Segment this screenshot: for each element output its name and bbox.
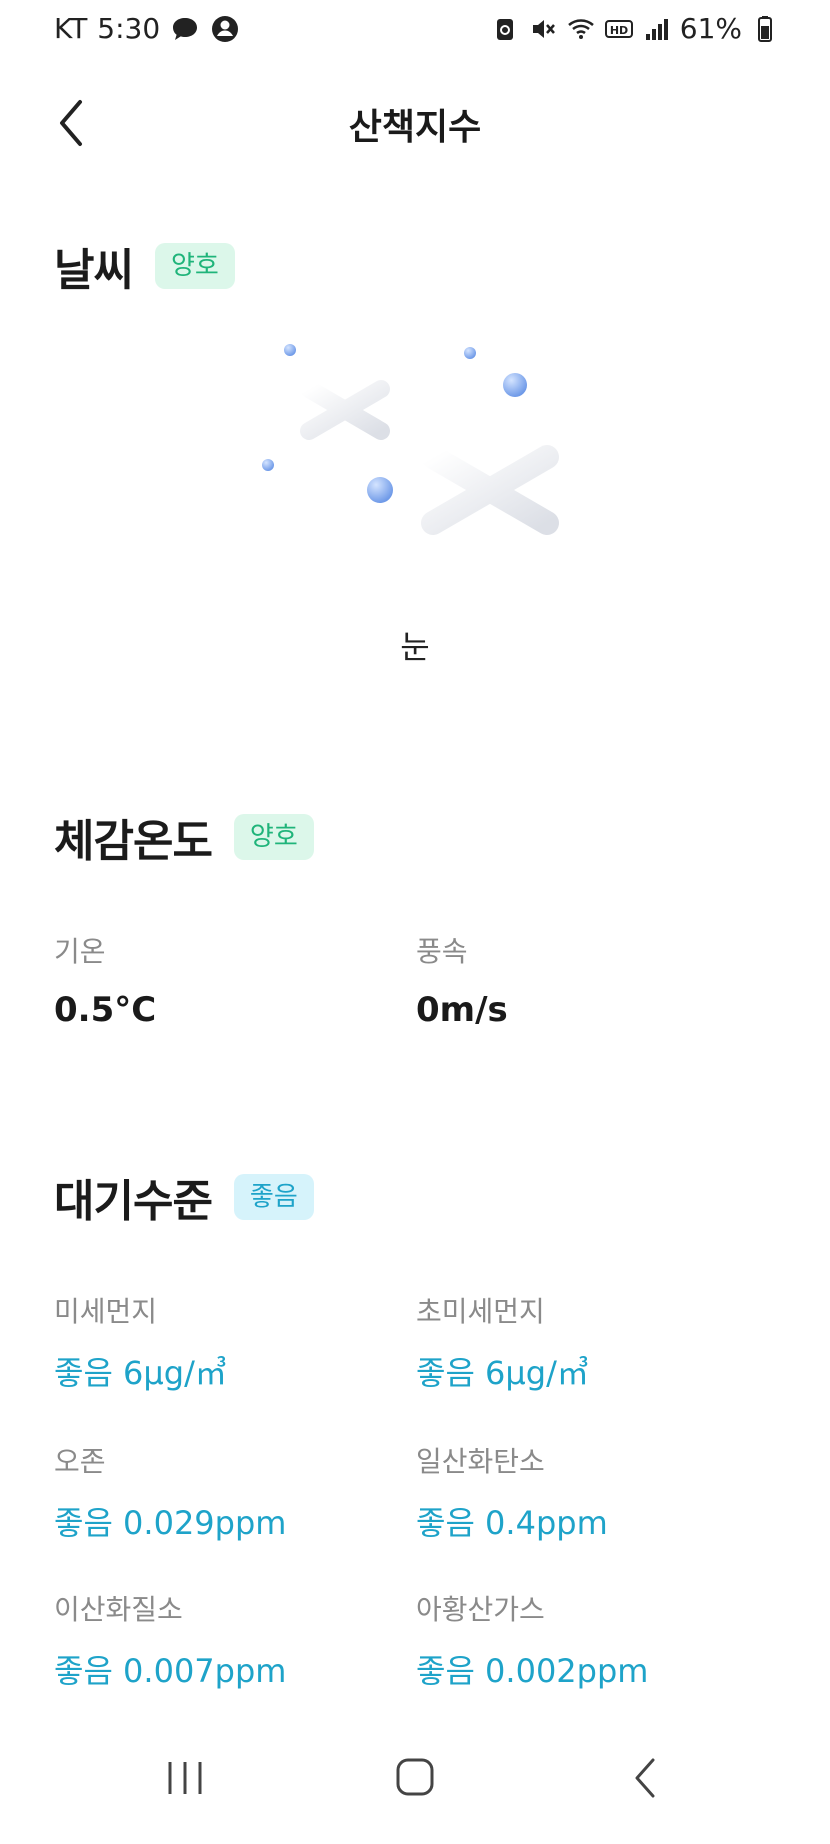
page-title: 산책지수 — [348, 107, 482, 148]
home-icon — [396, 1758, 434, 1796]
air-quality-section-header: 대기수준 좋음 — [54, 1165, 314, 1229]
feels-like-title: 체감온도 — [54, 816, 213, 867]
pm10-value: 좋음 6μg/㎥ — [54, 1354, 227, 1392]
air-quality-status-badge: 좋음 — [233, 1174, 314, 1220]
feels-like-section-header: 체감온도 양호 — [54, 805, 314, 869]
carbon-monoxide-label: 일산화탄소 — [416, 1445, 545, 1478]
ozone-label: 오존 — [54, 1445, 106, 1478]
carbon-monoxide-value: 좋음 0.4ppm — [416, 1504, 608, 1542]
recent-apps-button[interactable] — [150, 1748, 220, 1808]
ozone-value: 좋음 0.029ppm — [54, 1504, 287, 1542]
status-bar: KT 5:30 HD 61% — [0, 0, 830, 60]
system-nav-bar — [0, 1714, 830, 1844]
wifi-icon — [566, 14, 596, 44]
snowflake-icon — [250, 330, 580, 590]
air-quality-title: 대기수준 — [54, 1176, 213, 1227]
status-right: HD 61% — [490, 12, 780, 45]
home-button[interactable] — [380, 1748, 450, 1808]
nitrogen-dioxide-value: 좋음 0.007ppm — [54, 1652, 287, 1690]
weather-title: 날씨 — [54, 245, 134, 296]
pm25-value: 좋음 6μg/㎥ — [416, 1354, 589, 1392]
pm25-label: 초미세먼지 — [416, 1295, 545, 1328]
wind-speed-label: 풍속 — [416, 935, 468, 968]
weather-status-badge: 양호 — [154, 243, 235, 289]
svg-text:HD: HD — [610, 24, 628, 37]
feels-like-status-badge: 양호 — [233, 814, 314, 860]
signal-icon — [642, 14, 672, 44]
nitrogen-dioxide-label: 이산화질소 — [54, 1593, 183, 1626]
mute-icon — [528, 14, 558, 44]
clock: 5:30 — [97, 12, 161, 45]
temperature-label: 기온 — [54, 935, 106, 968]
nav-back-button[interactable] — [610, 1748, 680, 1808]
app-header: 산책지수 — [0, 80, 830, 166]
carrier-label: KT — [54, 12, 88, 45]
battery-icon — [750, 14, 780, 44]
chat-bubble-icon — [170, 14, 200, 44]
weather-condition: 눈 — [400, 628, 430, 666]
wind-speed-value: 0m/s — [416, 990, 508, 1030]
chevron-left-icon — [635, 1758, 655, 1798]
account-icon — [210, 14, 240, 44]
sync-icon — [490, 14, 520, 44]
sulfur-dioxide-label: 아황산가스 — [416, 1593, 545, 1626]
temperature-value: 0.5°C — [54, 990, 157, 1030]
weather-section-header: 날씨 양호 — [54, 234, 235, 298]
pm10-label: 미세먼지 — [54, 1295, 158, 1328]
hd-voice-icon: HD — [604, 14, 634, 44]
status-left: KT 5:30 — [54, 12, 240, 45]
recent-apps-icon — [168, 1762, 202, 1794]
battery-percent: 61% — [679, 12, 742, 45]
sulfur-dioxide-value: 좋음 0.002ppm — [416, 1652, 649, 1690]
